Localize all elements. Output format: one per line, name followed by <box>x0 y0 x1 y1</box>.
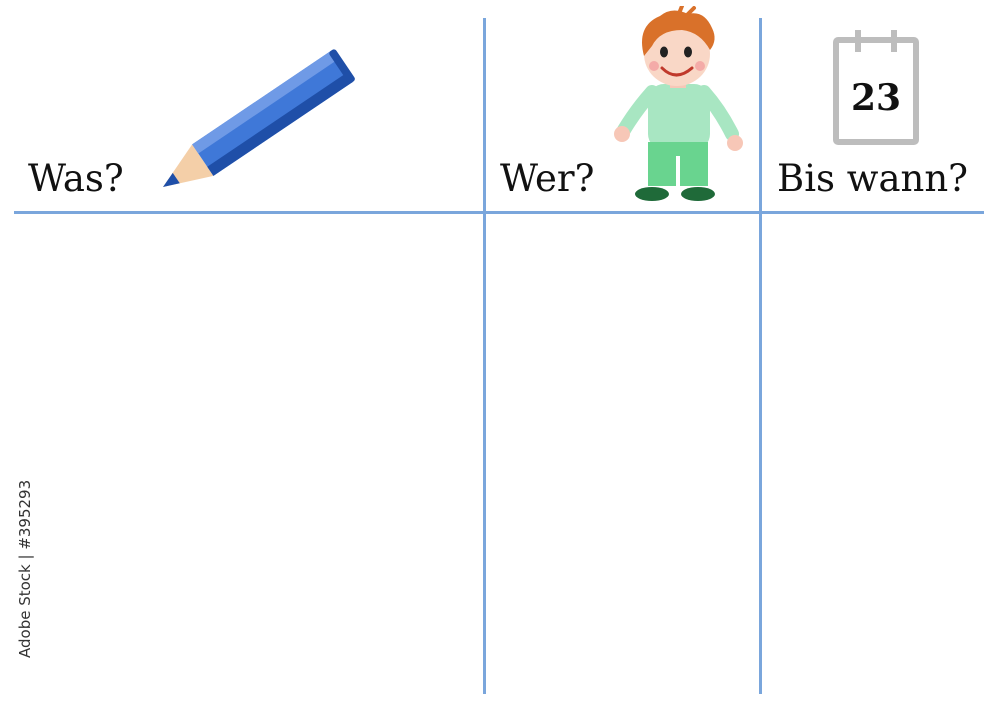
person-icon <box>614 6 743 201</box>
task-table-sheet: Was? Wer? Bis wann? 23 Adobe Stock | #39… <box>0 0 1000 707</box>
calendar-day-number: 23 <box>851 77 901 119</box>
calendar-icon: 23 <box>833 30 919 145</box>
column-header-bis-wann: Bis wann? <box>777 157 968 200</box>
pencil-icon <box>163 49 355 187</box>
column-header-was: Was? <box>28 157 124 200</box>
cell-bis-wann-body[interactable] <box>762 214 984 694</box>
stock-id-watermark: Adobe Stock | #39529333 <box>8 461 38 660</box>
stock-id-text: Adobe Stock | #39529333 <box>16 480 34 658</box>
column-header-wer: Wer? <box>500 157 595 200</box>
cell-was-body[interactable] <box>14 214 483 694</box>
cell-wer-body[interactable] <box>486 214 759 694</box>
